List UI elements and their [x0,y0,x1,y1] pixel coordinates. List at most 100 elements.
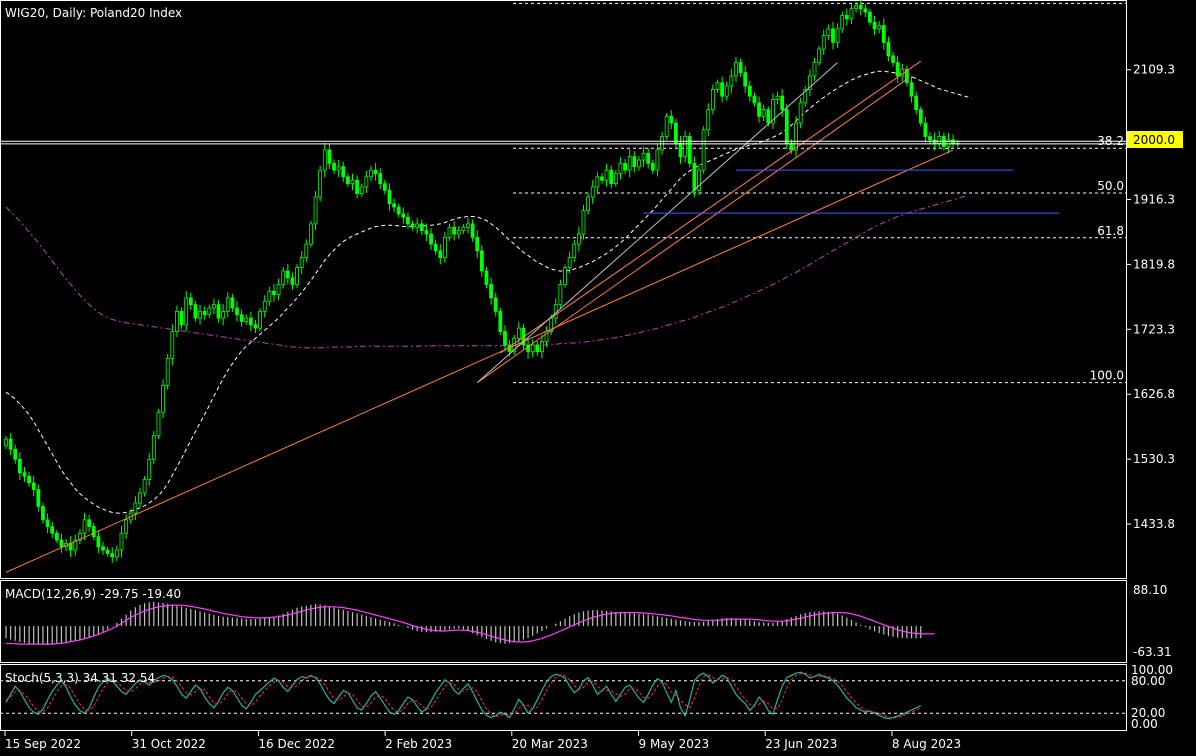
candle-body [881,25,886,43]
fib-level-label: 50.0 [1097,179,1124,193]
candle-body [202,310,207,316]
candle-body [452,226,457,235]
candle-body [175,310,179,332]
candle-body [59,539,64,548]
candle-body [914,95,919,111]
candle-body [31,482,36,490]
candle-body [535,344,540,353]
candle-body [438,250,443,258]
candle-body [161,384,165,413]
candle-body [664,115,669,137]
candle-body [456,230,461,235]
candle-body [470,223,475,238]
candle-body [660,136,664,151]
candle-body [623,163,627,171]
candle-body [17,458,22,474]
candle-body [937,136,942,144]
macd-tick-label: 88.10 [1133,583,1167,597]
candle-body [133,502,138,514]
candle-body [604,169,609,181]
candle-body [447,226,452,238]
candle-body [627,156,632,171]
candle-body [285,270,290,279]
candle-body [886,41,891,57]
candle-body [798,102,803,124]
candle-body [687,136,692,164]
chart-window[interactable]: 0.038.250.061.8100.0 88.10-63.31 100.008… [0,0,1196,756]
candle-body [567,257,572,269]
candle-body [281,270,286,285]
candle-body [752,95,757,104]
candle-body [877,25,882,30]
candle-body [119,532,124,551]
candle-body [429,233,433,245]
candle-body [54,532,59,541]
candle-body [22,472,27,477]
candle-body [345,176,350,184]
candle-body [151,435,156,460]
candle-body [743,72,748,87]
candle-body [613,173,618,184]
candle-body [738,62,743,74]
candle-body [138,492,142,504]
candle-body [576,233,581,245]
candle-body [854,4,858,10]
candle-body [82,519,87,534]
candle-body [406,216,410,225]
candle-body [674,122,678,144]
candle-body [396,206,401,215]
candle-body [387,189,392,205]
candle-body [290,277,295,285]
price-tick-label: 1723.3 [1133,322,1175,336]
candle-body [637,159,641,168]
candle-body [336,166,341,171]
candle-body [13,448,18,460]
price-tick-label: 1530.3 [1133,452,1175,466]
macd-label: MACD(12,26,9) -29.75 -19.40 [5,587,181,601]
candle-body [466,223,470,228]
candle-body [831,28,835,43]
candle-body [600,176,604,181]
candle-body [558,284,563,306]
candle-body [188,297,193,306]
candle-body [211,304,216,309]
price-tick-label: 1819.8 [1133,257,1175,271]
candle-body [4,438,8,447]
candle-body [484,270,489,285]
candle-body [710,89,715,111]
candle-body [142,479,147,494]
price-tick-label: 1916.3 [1133,193,1175,207]
candle-body [641,152,646,161]
candle-body [410,223,415,228]
candle-body [909,82,914,97]
candle-body [493,297,498,312]
candle-body [364,176,369,188]
candle-body [350,179,355,184]
candle-body [304,243,309,258]
candle-body [373,169,378,174]
fib-level-label: 61.8 [1097,224,1124,238]
candle-body [650,163,655,171]
candle-body [253,324,258,329]
candle-body [747,85,752,97]
candle-body [757,102,761,117]
candle-body [124,519,129,534]
time-tick-label: 15 Sep 2022 [5,737,81,751]
candle-body [27,475,32,484]
candle-body [784,109,789,144]
candle-body [858,4,863,10]
candle-body [378,173,383,184]
candle-body [341,166,346,178]
candle-body [563,267,567,285]
candle-body [761,109,766,117]
time-tick-label: 23 Jun 2023 [765,737,837,751]
candle-body [734,62,738,77]
candle-body [590,186,595,198]
candle-body [96,536,101,548]
candle-body [382,183,387,191]
candle-body [729,75,734,87]
candle-body [530,344,535,353]
candle-body [840,15,845,30]
candle-body [267,290,272,302]
candle-body [369,169,373,178]
